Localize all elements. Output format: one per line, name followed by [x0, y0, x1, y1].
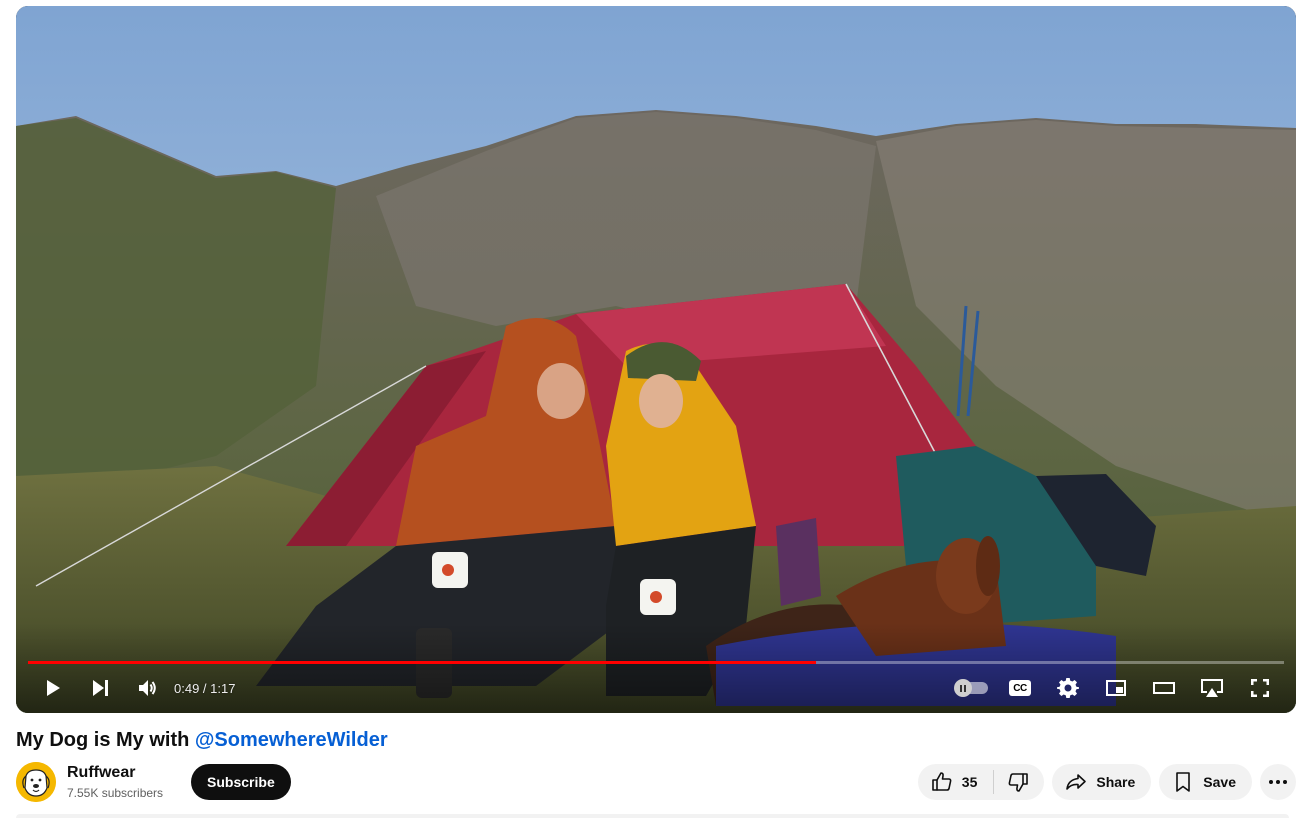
video-player[interactable]: 0:49 / 1:17 CC — [16, 6, 1296, 713]
cast-icon — [1201, 679, 1223, 697]
time-separator: / — [199, 680, 211, 696]
bookmark-icon — [1176, 772, 1191, 792]
like-button[interactable]: 35 — [918, 764, 994, 800]
channel-name[interactable]: Ruffwear — [67, 762, 163, 784]
miniplayer-button[interactable] — [1092, 670, 1140, 706]
subscribe-button[interactable]: Subscribe — [191, 764, 291, 800]
next-button[interactable] — [76, 670, 124, 706]
play-icon — [47, 680, 60, 696]
time-total: 1:17 — [210, 680, 236, 696]
share-arrow-icon — [1066, 774, 1087, 790]
time-display: 0:49 / 1:17 — [174, 681, 235, 696]
video-title: My Dog is My with @SomewhereWilder — [16, 726, 388, 754]
fullscreen-icon — [1251, 679, 1269, 697]
captions-icon: CC — [1009, 680, 1031, 696]
thumbs-up-icon — [931, 772, 952, 791]
progress-played — [28, 661, 816, 664]
settings-button[interactable] — [1044, 670, 1092, 706]
cast-button[interactable] — [1188, 670, 1236, 706]
theater-button[interactable] — [1140, 670, 1188, 706]
like-dislike-group: 35 — [917, 764, 1045, 800]
theater-icon — [1153, 682, 1175, 694]
save-button[interactable]: Save — [1159, 764, 1252, 800]
subscriber-count: 7.55K subscribers — [67, 786, 164, 800]
autoplay-toggle[interactable] — [948, 670, 996, 706]
controls-right: CC — [948, 670, 1284, 706]
save-label: Save — [1203, 774, 1236, 790]
channel-avatar[interactable] — [16, 762, 56, 802]
gear-icon — [1057, 678, 1079, 698]
share-button[interactable]: Share — [1052, 764, 1152, 800]
fullscreen-button[interactable] — [1236, 670, 1284, 706]
thumbs-down-icon — [1008, 773, 1029, 792]
controls-left: 0:49 / 1:17 — [28, 670, 235, 706]
video-frame — [16, 6, 1296, 713]
progress-bar[interactable] — [28, 661, 1284, 664]
pause-icon — [954, 679, 972, 697]
player-controls: 0:49 / 1:17 CC — [16, 670, 1296, 706]
dog-logo-icon — [16, 762, 56, 802]
like-count: 35 — [961, 774, 978, 790]
share-label: Share — [1096, 774, 1136, 790]
play-button[interactable] — [28, 670, 76, 706]
video-actions: 35 Share Save — [910, 764, 1296, 800]
time-current: 0:49 — [174, 680, 200, 696]
title-text: My Dog is My with — [16, 729, 195, 751]
more-horizontal-icon — [1269, 780, 1287, 784]
next-icon — [93, 680, 108, 696]
volume-icon — [139, 680, 156, 696]
captions-button[interactable]: CC — [996, 670, 1044, 706]
share-button-inner: Share — [1052, 764, 1151, 800]
channel-owner: Ruffwear 7.55K subscribers Subscribe — [16, 760, 291, 804]
dislike-button[interactable] — [994, 764, 1044, 800]
channel-info: Ruffwear 7.55K subscribers — [67, 762, 163, 802]
volume-button[interactable] — [124, 670, 172, 706]
mention-link[interactable]: @SomewhereWilder — [195, 729, 388, 751]
autoplay-track — [954, 679, 988, 697]
miniplayer-icon — [1106, 680, 1126, 696]
more-actions-button[interactable] — [1260, 764, 1296, 800]
section-divider — [16, 814, 1289, 818]
save-button-inner: Save — [1159, 764, 1252, 800]
